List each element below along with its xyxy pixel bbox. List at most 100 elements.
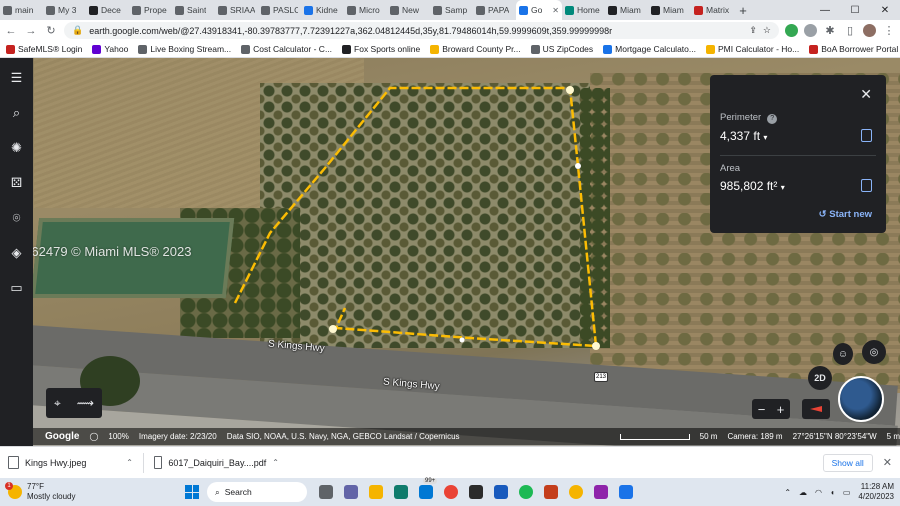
search-icon[interactable]: ⌕ [9, 105, 25, 121]
wifi-icon[interactable]: ◠ [815, 488, 822, 497]
bookmark-star-icon[interactable]: ☆ [763, 25, 771, 36]
browser-tab[interactable]: Kidne [301, 0, 344, 20]
menu-icon[interactable]: ☰ [9, 70, 25, 86]
place-pin-icon[interactable]: ⌖ [54, 396, 61, 411]
bookmark-item[interactable]: Cost Calculator - C... [241, 44, 332, 54]
spotify-icon[interactable] [519, 485, 533, 499]
extension-icon[interactable] [804, 24, 817, 37]
bookmark-item[interactable]: Mortgage Calculato... [603, 44, 696, 54]
voyager-icon[interactable]: ✺ [9, 140, 25, 156]
data-sources[interactable]: Data SIO, NOAA, U.S. Navy, NGA, GEBCO La… [227, 432, 460, 441]
start-new-button[interactable]: ↺ Start new [819, 209, 872, 220]
bookmark-item[interactable]: SafeMLS® Login [6, 44, 82, 54]
canva-icon[interactable] [594, 485, 608, 499]
browser-tab[interactable]: Matrix [691, 0, 734, 20]
close-window-button[interactable]: ✕ [870, 5, 900, 16]
close-tab-icon[interactable]: ✕ [552, 6, 559, 15]
minimize-button[interactable]: — [810, 5, 840, 16]
browser-tab[interactable]: Go ✕ [516, 0, 562, 20]
tab-title: Kidne [316, 5, 338, 15]
browser-tab[interactable]: PASLC [258, 0, 301, 20]
address-bar[interactable]: 🔒 earth.google.com/web/@27.43918341,-80.… [64, 22, 779, 39]
browser-tab[interactable]: Miam [648, 0, 691, 20]
browser-tab[interactable]: Samp [430, 0, 473, 20]
download-item[interactable]: Kings Hwy.jpeg ⌃ [8, 456, 133, 469]
bookmark-item[interactable]: Yahoo [92, 44, 128, 54]
file-explorer-icon[interactable] [369, 485, 383, 499]
powerpoint-icon[interactable] [544, 485, 558, 499]
bookmark-item[interactable]: Broward County Pr... [430, 44, 521, 54]
browser-tab[interactable]: Saint [172, 0, 215, 20]
area-value-row[interactable]: 985,802 ft² ▾ [720, 179, 785, 193]
feeling-lucky-icon[interactable]: ⚄ [9, 175, 25, 191]
bookmark-item[interactable]: PMI Calculator - Ho... [705, 44, 799, 54]
windows-start-icon[interactable] [185, 485, 199, 499]
teams-icon[interactable] [344, 485, 358, 499]
browser-tab[interactable]: Prope [129, 0, 172, 20]
clock[interactable]: 11:28 AM 4/20/2023 [858, 482, 894, 502]
measure-ruler-icon[interactable]: ▭ [9, 280, 25, 296]
word-icon[interactable] [494, 485, 508, 499]
menu-kebab-icon[interactable]: ⋮ [882, 24, 896, 37]
back-icon[interactable]: ← [4, 25, 18, 37]
download-item[interactable]: 6017_Daiquiri_Bay....pdf ⌃ [154, 456, 279, 469]
browser-tab[interactable]: Miam [605, 0, 648, 20]
profile-avatar[interactable] [863, 24, 876, 37]
measure-path-icon[interactable]: ⟿ [77, 396, 94, 410]
taskbar-search[interactable]: ⌕ Search [207, 482, 307, 502]
bookmark-item[interactable]: US ZipCodes [530, 44, 593, 54]
browser-tab[interactable]: SRIAA [215, 0, 258, 20]
show-all-button[interactable]: Show all [822, 453, 873, 472]
map-style-icon[interactable]: ◈ [9, 245, 25, 261]
maximize-button[interactable]: ☐ [840, 5, 870, 16]
pegman-icon[interactable]: ☺ [833, 343, 853, 365]
copy-perimeter-icon[interactable] [861, 129, 872, 142]
bookmark-item[interactable]: Fox Sports online [342, 44, 420, 54]
chevron-up-icon[interactable]: ⌃ [126, 458, 133, 467]
browser-tab[interactable]: New [387, 0, 430, 20]
sidebar-icon[interactable]: ▯ [843, 24, 857, 37]
toggle-2d-button[interactable]: 2D [808, 366, 832, 390]
grammarly-extension-icon[interactable] [785, 24, 798, 37]
volume-icon[interactable]: ◖ [830, 488, 835, 497]
edge-icon[interactable] [394, 485, 408, 499]
perimeter-value-row[interactable]: 4,337 ft ▾ [720, 129, 767, 143]
browser-tab[interactable]: Home [562, 0, 605, 20]
unit-dropdown-icon[interactable]: ▾ [763, 133, 767, 142]
reload-icon[interactable]: ↻ [44, 24, 58, 37]
browser-tab[interactable]: My 3 [43, 0, 86, 20]
browser-tab[interactable]: Dece [86, 0, 129, 20]
pen-app-icon[interactable] [619, 485, 633, 499]
copy-area-icon[interactable] [861, 179, 872, 192]
mail-icon[interactable]: 99+ [419, 478, 438, 499]
downloads-app-icon[interactable] [569, 485, 583, 499]
zoom-out-button[interactable]: − [758, 402, 766, 417]
forward-icon[interactable]: → [24, 25, 38, 37]
cloud-icon[interactable]: ☁ [799, 488, 807, 497]
extensions-puzzle-icon[interactable]: ✱ [823, 24, 837, 37]
help-icon[interactable]: ? [767, 114, 778, 124]
browser-tab[interactable]: PAPA [473, 0, 516, 20]
chrome-icon[interactable] [444, 485, 458, 499]
close-icon[interactable]: ✕ [860, 86, 872, 103]
task-view-icon[interactable] [319, 485, 333, 499]
share-icon[interactable]: ⇪ [749, 25, 757, 36]
weather-widget[interactable]: 1 77°F Mostly cloudy [0, 482, 185, 502]
projects-icon[interactable]: ⌾ [9, 210, 25, 226]
unit-dropdown-icon[interactable]: ▾ [781, 183, 785, 192]
close-icon[interactable]: ✕ [883, 456, 892, 469]
browser-tab[interactable]: Micro [344, 0, 387, 20]
compass-button[interactable] [802, 399, 830, 419]
my-location-icon[interactable]: ◎ [862, 340, 886, 364]
tab-favicon-icon [218, 5, 227, 15]
chevron-up-icon[interactable]: ⌃ [784, 488, 791, 497]
new-tab-button[interactable]: + [734, 3, 752, 18]
zoom-in-button[interactable]: + [777, 402, 785, 417]
bookmark-item[interactable]: Live Boxing Stream... [138, 44, 231, 54]
globe-minimap[interactable] [838, 376, 884, 422]
browser-tab[interactable]: main [0, 0, 43, 20]
bookmark-item[interactable]: BoA Borrower Portal [809, 44, 898, 54]
chevron-up-icon[interactable]: ⌃ [272, 458, 279, 467]
lightroom-icon[interactable] [469, 485, 483, 499]
battery-icon[interactable]: ▭ [843, 488, 851, 497]
